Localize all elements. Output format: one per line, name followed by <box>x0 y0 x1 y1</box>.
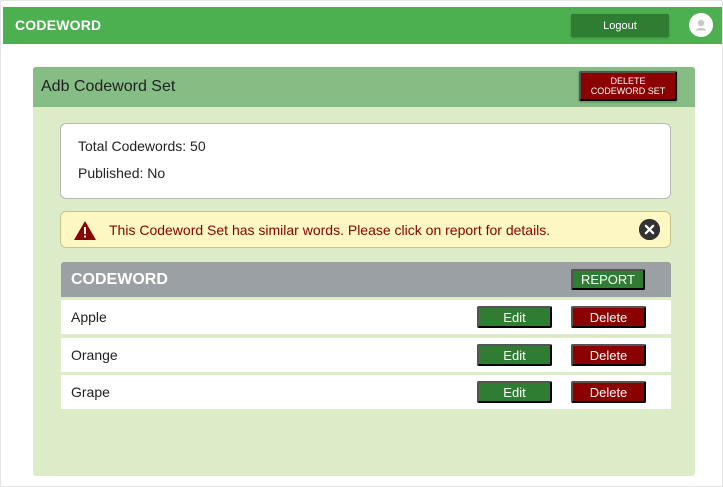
delete-button[interactable]: Delete <box>571 344 646 366</box>
edit-button[interactable]: Edit <box>477 306 552 328</box>
published-status-text: Published: No <box>78 165 166 181</box>
warning-triangle-icon <box>73 220 97 241</box>
alert-message: This Codeword Set has similar words. Ple… <box>109 222 551 238</box>
card-title: Adb Codeword Set <box>41 78 176 95</box>
table-row: Orange Edit Delete <box>61 338 671 372</box>
table-row: Apple Edit Delete <box>61 300 671 334</box>
user-avatar-icon[interactable] <box>689 13 713 37</box>
top-navbar: CODEWORD Logout <box>3 7 722 44</box>
edit-button[interactable]: Edit <box>477 344 552 366</box>
brand-title: CODEWORD <box>15 17 102 33</box>
user-avatar-icon-graphic <box>689 13 713 37</box>
table-row: Grape Edit Delete <box>61 375 671 409</box>
card-header: Adb Codeword Set DELETE CODEWORD SET <box>33 67 695 107</box>
codeword-text: Orange <box>71 347 118 363</box>
codeword-text: Grape <box>71 384 110 400</box>
set-info-box: Total Codewords: 50 Published: No <box>60 123 671 199</box>
report-button[interactable]: REPORT <box>571 269 645 290</box>
delete-button[interactable]: Delete <box>571 381 646 403</box>
similar-words-alert: This Codeword Set has similar words. Ple… <box>60 211 671 248</box>
close-circle-icon[interactable] <box>639 219 660 240</box>
logout-button[interactable]: Logout <box>571 14 669 37</box>
codeword-column-header: CODEWORD <box>71 271 168 288</box>
delete-codeword-set-button[interactable]: DELETE CODEWORD SET <box>579 71 677 101</box>
total-codewords-text: Total Codewords: 50 <box>78 138 206 154</box>
codeword-set-card: Adb Codeword Set DELETE CODEWORD SET Tot… <box>33 67 695 476</box>
edit-button[interactable]: Edit <box>477 381 552 403</box>
delete-button[interactable]: Delete <box>571 306 646 328</box>
app-frame: CODEWORD Logout Adb Codeword Set DELETE … <box>0 0 723 487</box>
codeword-text: Apple <box>71 309 107 325</box>
codeword-table-header: CODEWORD REPORT <box>61 262 671 297</box>
